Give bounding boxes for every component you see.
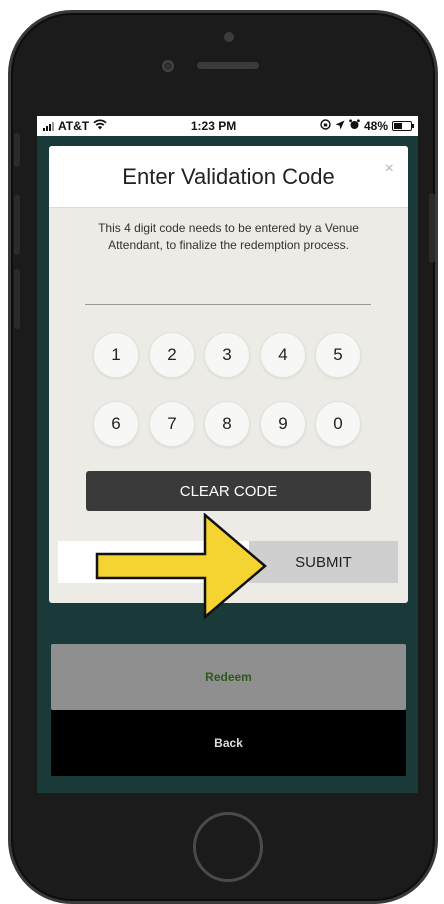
alarm-icon (349, 119, 360, 133)
location-icon (335, 119, 345, 133)
front-camera (224, 32, 234, 42)
modal-title: Enter Validation Code (122, 163, 335, 189)
home-button[interactable] (193, 812, 263, 882)
status-bar: AT&T 1:23 PM 48% (37, 116, 418, 136)
carrier-label: AT&T (58, 119, 90, 133)
keypad-key-5[interactable]: 5 (315, 332, 361, 378)
proximity-sensor (162, 60, 174, 72)
signal-icon (43, 121, 54, 131)
keypad-key-7[interactable]: 7 (149, 401, 195, 447)
keypad-key-9[interactable]: 9 (260, 401, 306, 447)
earpiece-speaker (197, 62, 259, 69)
back-button[interactable]: Back (51, 710, 406, 776)
power-button (429, 193, 435, 263)
lock-rotation-icon (320, 119, 331, 133)
volume-up-button (14, 195, 20, 255)
clear-code-button[interactable]: CLEAR CODE (86, 471, 371, 511)
volume-down-button (14, 269, 20, 329)
keypad-key-2[interactable]: 2 (149, 332, 195, 378)
battery-label: 48% (363, 119, 388, 133)
arrow-pointer-icon (95, 513, 267, 619)
status-right: 48% (320, 119, 414, 133)
keypad-key-3[interactable]: 3 (204, 332, 250, 378)
redeem-button[interactable]: Redeem (51, 644, 406, 710)
battery-fill (394, 123, 402, 129)
code-entry-line (85, 304, 371, 305)
battery-icon (392, 121, 414, 131)
modal-header: Enter Validation Code × (49, 146, 408, 208)
status-left: AT&T (43, 119, 107, 133)
submit-button[interactable]: SUBMIT (249, 541, 398, 583)
app-screen: AT&T 1:23 PM 48% Enter Validation Code ×… (37, 116, 418, 793)
keypad-key-6[interactable]: 6 (93, 401, 139, 447)
close-icon[interactable]: × (385, 160, 394, 178)
mute-switch (14, 133, 20, 167)
status-time: 1:23 PM (190, 119, 237, 133)
keypad-key-1[interactable]: 1 (93, 332, 139, 378)
keypad-key-4[interactable]: 4 (260, 332, 306, 378)
keypad-key-8[interactable]: 8 (204, 401, 250, 447)
keypad-key-0[interactable]: 0 (315, 401, 361, 447)
modal-description: This 4 digit code needs to be entered by… (98, 221, 359, 252)
wifi-icon (93, 119, 107, 133)
